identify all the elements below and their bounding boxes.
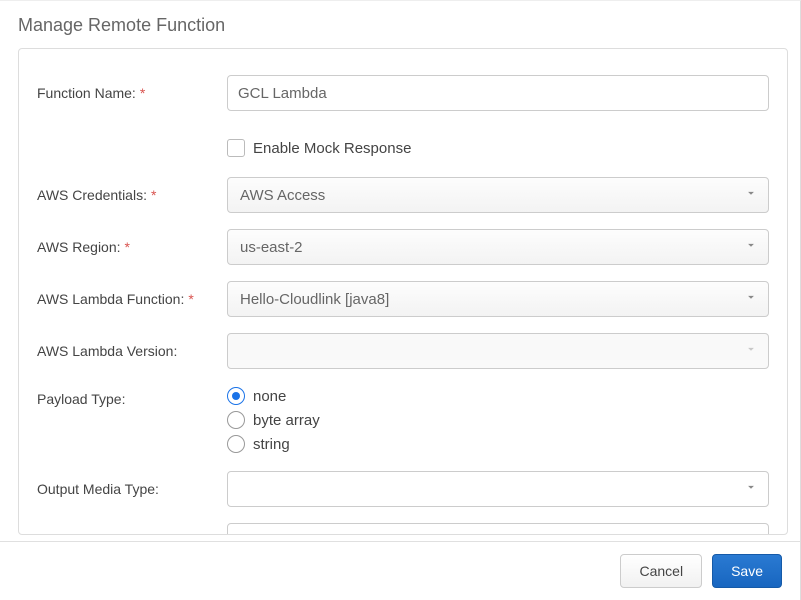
form-panel[interactable]: Function Name:* Enable Mock Response bbox=[18, 48, 788, 535]
chevron-down-icon bbox=[744, 342, 758, 360]
chevron-down-icon bbox=[744, 238, 758, 256]
select-value: AWS Access bbox=[240, 187, 325, 204]
chevron-down-icon bbox=[744, 480, 758, 498]
label-text: Read Timeout (in ms): bbox=[37, 533, 175, 535]
payload-type-radiogroup: none byte array string bbox=[227, 385, 769, 453]
label-function-name: Function Name:* bbox=[37, 85, 227, 101]
dialog-footer: Cancel Save bbox=[0, 541, 800, 600]
label-payload-type: Payload Type: bbox=[37, 385, 227, 407]
radio-icon bbox=[227, 411, 245, 429]
output-media-type-select[interactable] bbox=[227, 471, 769, 507]
aws-region-select[interactable]: us-east-2 bbox=[227, 229, 769, 265]
form-area: Function Name:* Enable Mock Response bbox=[0, 48, 800, 535]
aws-credentials-select[interactable]: AWS Access bbox=[227, 177, 769, 213]
cancel-button[interactable]: Cancel bbox=[620, 554, 702, 588]
row-aws-lambda-function: AWS Lambda Function:* Hello-Cloudlink [j… bbox=[37, 281, 769, 317]
radio-label: byte array bbox=[253, 412, 320, 429]
label-text: AWS Region: bbox=[37, 239, 121, 255]
dialog-title: Manage Remote Function bbox=[0, 1, 800, 48]
save-button[interactable]: Save bbox=[712, 554, 782, 588]
aws-lambda-function-select[interactable]: Hello-Cloudlink [java8] bbox=[227, 281, 769, 317]
label-text: AWS Lambda Function: bbox=[37, 291, 184, 307]
label-aws-lambda-function: AWS Lambda Function:* bbox=[37, 291, 227, 307]
required-marker: * bbox=[140, 85, 145, 101]
mock-response-label: Enable Mock Response bbox=[253, 140, 411, 157]
label-aws-credentials: AWS Credentials:* bbox=[37, 187, 227, 203]
label-text: Payload Type: bbox=[37, 391, 125, 407]
required-marker: * bbox=[151, 187, 156, 203]
label-text: Output Media Type: bbox=[37, 481, 159, 497]
function-name-input[interactable] bbox=[227, 75, 769, 111]
label-output-media-type: Output Media Type: bbox=[37, 481, 227, 497]
required-marker: * bbox=[188, 291, 193, 307]
row-payload-type: Payload Type: none byte array bbox=[37, 385, 769, 453]
select-value: Hello-Cloudlink [java8] bbox=[240, 291, 389, 308]
select-value: us-east-2 bbox=[240, 239, 303, 256]
label-aws-lambda-version: AWS Lambda Version: bbox=[37, 343, 227, 359]
row-mock-response: Enable Mock Response bbox=[37, 127, 769, 161]
radio-label: none bbox=[253, 388, 286, 405]
row-output-media-type: Output Media Type: bbox=[37, 471, 769, 507]
payload-type-option-none[interactable]: none bbox=[227, 387, 769, 405]
row-aws-region: AWS Region:* us-east-2 bbox=[37, 229, 769, 265]
payload-type-option-string[interactable]: string bbox=[227, 435, 769, 453]
row-aws-credentials: AWS Credentials:* AWS Access bbox=[37, 177, 769, 213]
row-function-name: Function Name:* bbox=[37, 75, 769, 111]
label-text: AWS Credentials: bbox=[37, 187, 147, 203]
label-text: Function Name: bbox=[37, 85, 136, 101]
label-text: AWS Lambda Version: bbox=[37, 343, 177, 359]
radio-label: string bbox=[253, 436, 290, 453]
aws-lambda-version-select[interactable] bbox=[227, 333, 769, 369]
row-aws-lambda-version: AWS Lambda Version: bbox=[37, 333, 769, 369]
row-read-timeout: Read Timeout (in ms): bbox=[37, 523, 769, 535]
chevron-down-icon bbox=[744, 186, 758, 204]
radio-icon bbox=[227, 435, 245, 453]
read-timeout-input[interactable] bbox=[227, 523, 769, 535]
radio-icon bbox=[227, 387, 245, 405]
label-read-timeout: Read Timeout (in ms): bbox=[37, 533, 227, 535]
label-aws-region: AWS Region:* bbox=[37, 239, 227, 255]
payload-type-option-bytearray[interactable]: byte array bbox=[227, 411, 769, 429]
mock-response-checkbox[interactable] bbox=[227, 139, 245, 157]
required-marker: * bbox=[125, 239, 130, 255]
chevron-down-icon bbox=[744, 290, 758, 308]
manage-remote-function-dialog: Manage Remote Function Function Name:* E… bbox=[0, 0, 801, 600]
